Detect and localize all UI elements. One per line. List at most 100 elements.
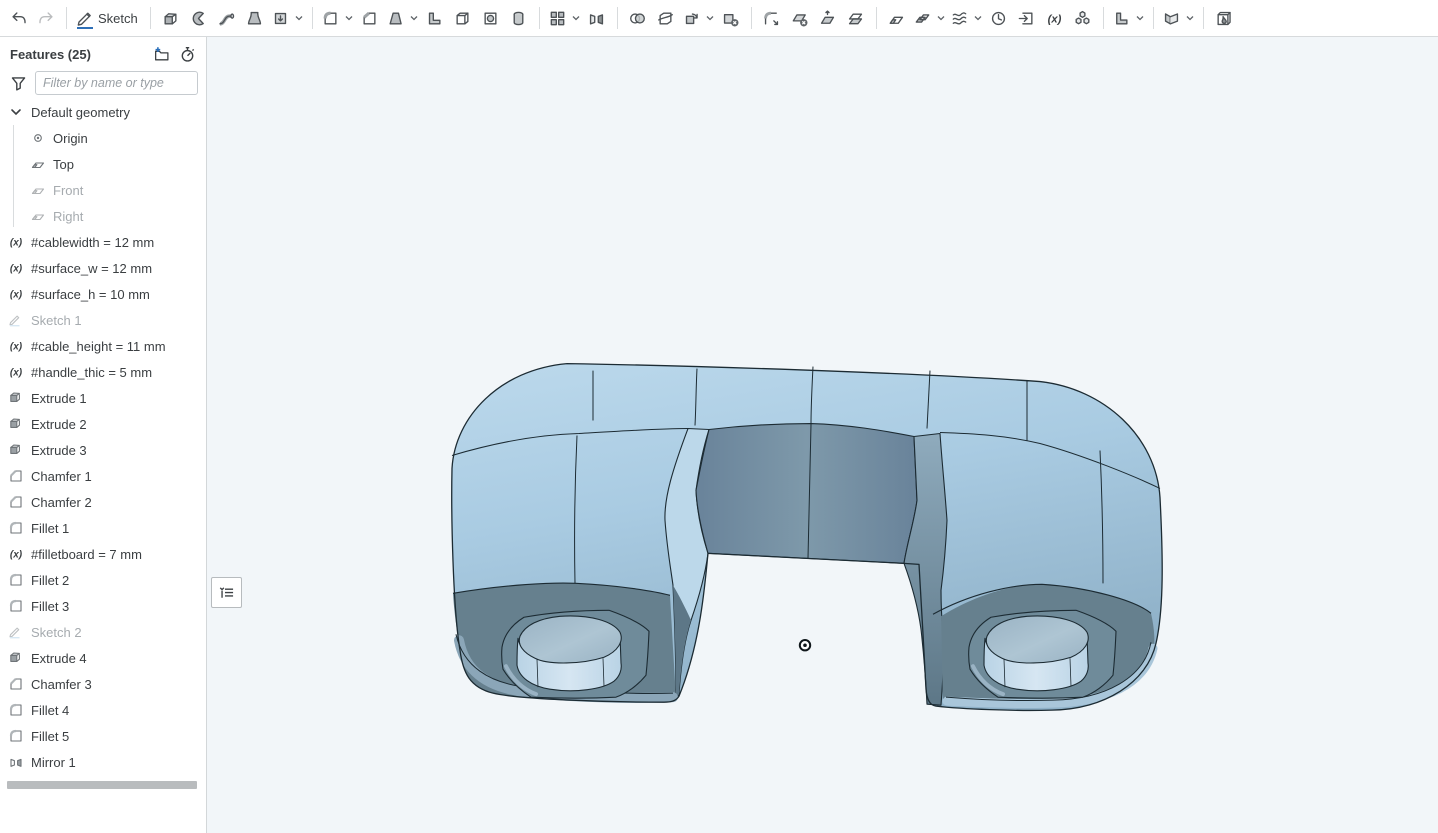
feature-row-extrude-4[interactable]: Extrude 4 <box>0 645 206 671</box>
variable-button[interactable]: (x) <box>1041 4 1069 32</box>
revolve-icon <box>189 9 208 28</box>
feature-row-chamfer-2[interactable]: Chamfer 2 <box>0 489 206 515</box>
feature-row-fillet-2[interactable]: Fillet 2 <box>0 567 206 593</box>
feature-row-top[interactable]: Top <box>0 151 206 177</box>
variable-icon: (x) <box>8 234 24 250</box>
feature-row-right[interactable]: Right <box>0 203 206 229</box>
linear-pattern-button[interactable] <box>546 4 583 32</box>
feature-row-sketch-1[interactable]: Sketch 1 <box>0 307 206 333</box>
hole-button[interactable] <box>477 4 505 32</box>
feature-label: Default geometry <box>31 105 130 120</box>
boss-left[interactable] <box>502 610 649 698</box>
filter-funnel-icon[interactable] <box>10 75 27 92</box>
extrude-icon <box>8 390 24 406</box>
features-title: Features (25) <box>10 47 146 62</box>
rib-button[interactable] <box>421 4 449 32</box>
sketch-label: Sketch <box>98 11 142 26</box>
origin-marker[interactable] <box>800 640 810 650</box>
extrude-icon <box>8 442 24 458</box>
feature-label: Extrude 2 <box>31 417 87 432</box>
feature-row-fillet-4[interactable]: Fillet 4 <box>0 697 206 723</box>
feature-row-fillet-1[interactable]: Fillet 1 <box>0 515 206 541</box>
boss-icon <box>509 9 528 28</box>
transform-button[interactable] <box>680 4 717 32</box>
composite-part-button[interactable] <box>911 4 948 32</box>
composite-part-icon <box>913 9 932 28</box>
clock-button[interactable] <box>985 4 1013 32</box>
chamfer-button[interactable] <box>356 4 384 32</box>
toolbar-separator <box>1103 7 1104 29</box>
feature-label: Fillet 3 <box>31 599 69 614</box>
feature-row-chamfer-3[interactable]: Chamfer 3 <box>0 671 206 697</box>
feature-row-cable-height-11-mm[interactable]: (x)#cable_height = 11 mm <box>0 333 206 359</box>
redo-button[interactable] <box>32 4 60 32</box>
feature-row-extrude-3[interactable]: Extrude 3 <box>0 437 206 463</box>
delete-part-button[interactable] <box>717 4 745 32</box>
feature-rollback-button[interactable] <box>176 43 198 65</box>
delete-face-button[interactable] <box>786 4 814 32</box>
feature-row-default-geometry[interactable]: Default geometry <box>0 99 206 125</box>
feature-row-cablewidth-12-mm[interactable]: (x)#cablewidth = 12 mm <box>0 229 206 255</box>
extrude-button[interactable] <box>157 4 185 32</box>
thicken-button[interactable] <box>269 4 306 32</box>
feature-label: Sketch 2 <box>31 625 82 640</box>
feature-row-surface-w-12-mm[interactable]: (x)#surface_w = 12 mm <box>0 255 206 281</box>
variable-icon: (x) <box>1045 9 1064 28</box>
move-face-button[interactable] <box>814 4 842 32</box>
mirror-button[interactable] <box>583 4 611 32</box>
boss-button[interactable] <box>505 4 533 32</box>
3d-viewport[interactable] <box>207 37 1438 833</box>
feature-row-front[interactable]: Front <box>0 177 206 203</box>
feature-filter-input[interactable] <box>35 71 198 95</box>
linear-pattern-icon <box>548 9 567 28</box>
split-button[interactable] <box>652 4 680 32</box>
horizontal-scrollbar-thumb[interactable] <box>7 781 197 789</box>
toolbar-separator <box>66 7 67 29</box>
boss-right[interactable] <box>969 610 1116 698</box>
sheet-metal-bend-button[interactable] <box>1160 4 1197 32</box>
sketch-button[interactable]: Sketch <box>73 4 144 32</box>
feature-label: Top <box>53 157 74 172</box>
sweep-button[interactable] <box>213 4 241 32</box>
fillet-button[interactable] <box>319 4 356 32</box>
feature-row-filletboard-7-mm[interactable]: (x)#filletboard = 7 mm <box>0 541 206 567</box>
curve-button[interactable] <box>948 4 985 32</box>
chevron-down-icon <box>571 13 581 23</box>
stopwatch-icon <box>179 46 196 63</box>
plane-button[interactable] <box>883 4 911 32</box>
new-folder-button[interactable] <box>150 43 172 65</box>
feature-label: Extrude 3 <box>31 443 87 458</box>
chamfer-icon <box>360 9 379 28</box>
feature-row-fillet-5[interactable]: Fillet 5 <box>0 723 206 749</box>
shell-button[interactable] <box>449 4 477 32</box>
slot-inner-wall-face[interactable] <box>696 424 917 564</box>
feature-row-mirror-1[interactable]: Mirror 1 <box>0 749 206 775</box>
feature-row-chamfer-1[interactable]: Chamfer 1 <box>0 463 206 489</box>
loft-button[interactable] <box>241 4 269 32</box>
undo-button[interactable] <box>4 4 32 32</box>
chevron-down-icon <box>936 13 946 23</box>
appearance-button[interactable] <box>1210 4 1238 32</box>
part-model[interactable] <box>207 37 1438 833</box>
replace-face-button[interactable] <box>842 4 870 32</box>
derived-button[interactable] <box>1013 4 1041 32</box>
fillet-icon <box>321 9 340 28</box>
feature-row-origin[interactable]: Origin <box>0 125 206 151</box>
feature-row-surface-h-10-mm[interactable]: (x)#surface_h = 10 mm <box>0 281 206 307</box>
sheet-metal-flange-button[interactable] <box>1110 4 1147 32</box>
feature-list-flyout-button[interactable] <box>211 577 242 608</box>
toolbar-separator <box>876 7 877 29</box>
chamfer-icon <box>8 468 24 484</box>
draft-button[interactable] <box>384 4 421 32</box>
instances-button[interactable] <box>1069 4 1097 32</box>
modify-fillet-button[interactable] <box>758 4 786 32</box>
boss-top-face[interactable] <box>519 616 621 663</box>
feature-row-extrude-1[interactable]: Extrude 1 <box>0 385 206 411</box>
revolve-button[interactable] <box>185 4 213 32</box>
feature-row-handle-thic-5-mm[interactable]: (x)#handle_thic = 5 mm <box>0 359 206 385</box>
boolean-button[interactable] <box>624 4 652 32</box>
feature-row-fillet-3[interactable]: Fillet 3 <box>0 593 206 619</box>
feature-row-extrude-2[interactable]: Extrude 2 <box>0 411 206 437</box>
feature-label: #filletboard = 7 mm <box>31 547 142 562</box>
feature-row-sketch-2[interactable]: Sketch 2 <box>0 619 206 645</box>
